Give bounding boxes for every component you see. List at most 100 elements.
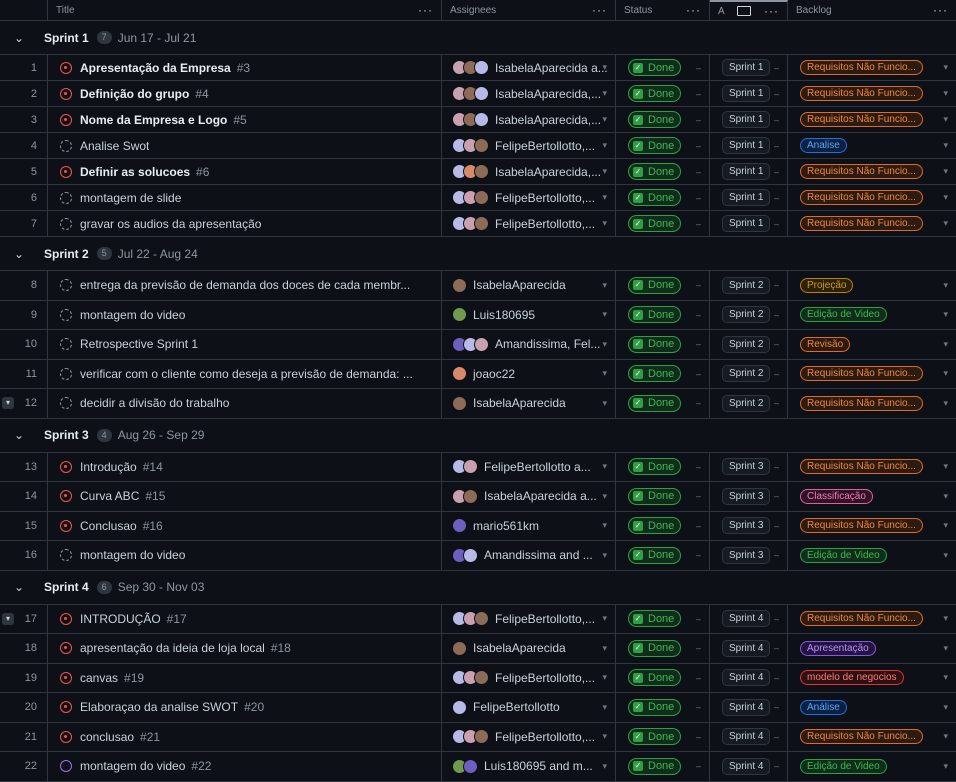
- chevron-down-icon[interactable]: ▾: [943, 550, 948, 561]
- chevron-down-icon[interactable]: –: [774, 167, 779, 177]
- chevron-down-icon[interactable]: ▾: [943, 702, 948, 713]
- chevron-down-icon[interactable]: ▾: [943, 520, 948, 531]
- status-badge[interactable]: ✓ Done: [628, 669, 682, 687]
- status-badge[interactable]: ✓ Done: [628, 335, 682, 353]
- chevron-down-icon[interactable]: –: [774, 219, 779, 229]
- backlog-badge[interactable]: Requisitos Não Funcio...: [800, 611, 923, 627]
- column-header-title[interactable]: Title ···: [48, 0, 442, 20]
- backlog-cell[interactable]: Analise ▾: [788, 133, 956, 158]
- title-cell[interactable]: verificar com o cliente como deseja a pr…: [48, 359, 442, 388]
- backlog-badge[interactable]: Requisitos Não Funcio...: [800, 459, 923, 475]
- backlog-cell[interactable]: Requisitos Não Funcio... ▾: [788, 159, 956, 184]
- iteration-cell[interactable]: Sprint 1–: [710, 211, 788, 236]
- chevron-down-icon[interactable]: –: [696, 167, 701, 177]
- chevron-down-icon[interactable]: –: [774, 89, 779, 99]
- chevron-down-icon[interactable]: ▾: [943, 309, 948, 320]
- chevron-down-icon[interactable]: ▾: [943, 88, 948, 99]
- backlog-badge[interactable]: Requisitos Não Funcio...: [800, 216, 923, 231]
- backlog-cell[interactable]: Requisitos Não Funcio... ▾: [788, 512, 956, 541]
- status-cell[interactable]: ✓ Done –: [616, 359, 710, 388]
- chevron-down-icon[interactable]: –: [696, 193, 701, 203]
- chevron-down-icon[interactable]: ▾: [602, 461, 607, 472]
- iteration-cell[interactable]: Sprint 1–: [710, 133, 788, 158]
- item-title[interactable]: INTRODUÇÃO: [80, 612, 161, 626]
- backlog-badge[interactable]: Requisitos Não Funcio...: [800, 86, 923, 101]
- group-header[interactable]: ⌄ Sprint 4 6 Sep 30 - Nov 03: [0, 570, 956, 605]
- group-header[interactable]: ⌄ Sprint 2 5 Jul 22 - Aug 24: [0, 237, 956, 271]
- iteration-cell[interactable]: Sprint 3–: [710, 511, 788, 540]
- assignees-cell[interactable]: FelipeBertollotto,... ▾: [442, 133, 616, 158]
- backlog-badge[interactable]: Requisitos Não Funcio...: [800, 729, 923, 745]
- chevron-down-icon[interactable]: –: [696, 310, 701, 320]
- backlog-cell[interactable]: Requisitos Não Funcio... ▾: [788, 211, 956, 236]
- column-menu-icon[interactable]: ···: [418, 3, 433, 17]
- iteration-badge[interactable]: Sprint 4: [722, 757, 771, 775]
- chevron-down-icon[interactable]: –: [774, 732, 779, 742]
- status-cell[interactable]: ✓ Done –: [616, 634, 710, 663]
- chevron-down-icon[interactable]: –: [774, 115, 779, 125]
- backlog-cell[interactable]: modelo de negocios ▾: [788, 664, 956, 693]
- title-cell[interactable]: Definição do grupo #4: [48, 81, 442, 106]
- assignees-cell[interactable]: IsabelaAparecida a... ▾: [442, 55, 616, 80]
- item-title[interactable]: Nome da Empresa e Logo: [80, 113, 227, 127]
- item-title[interactable]: montagem do video: [80, 308, 185, 322]
- chevron-down-icon[interactable]: ▾: [943, 280, 948, 291]
- iteration-cell[interactable]: Sprint 2–: [710, 271, 788, 300]
- table-row[interactable]: ▾ 12 decidir a divisão do trabalho IsabelaA…: [0, 389, 956, 419]
- chevron-down-icon[interactable]: ⌄: [14, 580, 34, 594]
- chevron-down-icon[interactable]: ▾: [943, 114, 948, 125]
- iteration-cell[interactable]: Sprint 2–: [710, 300, 788, 329]
- item-title[interactable]: Elaboraçao da analise SWOT: [80, 700, 238, 714]
- chevron-down-icon[interactable]: ▾: [602, 520, 607, 531]
- item-title[interactable]: Analise Swot: [80, 139, 149, 153]
- status-cell[interactable]: ✓ Done –: [616, 211, 710, 236]
- iteration-cell[interactable]: Sprint 1–: [710, 55, 788, 80]
- title-cell[interactable]: Nome da Empresa e Logo #5: [48, 107, 442, 132]
- assignees-cell[interactable]: FelipeBertollotto,... ▾: [442, 663, 616, 692]
- chevron-down-icon[interactable]: ▾: [602, 192, 607, 203]
- backlog-badge[interactable]: Requisitos Não Funcio...: [800, 518, 923, 534]
- status-cell[interactable]: ✓ Done –: [616, 107, 710, 132]
- chevron-down-icon[interactable]: –: [774, 141, 779, 151]
- chevron-down-icon[interactable]: ▾: [602, 339, 607, 350]
- iteration-badge[interactable]: Sprint 4: [722, 698, 771, 716]
- status-badge[interactable]: ✓ Done: [628, 276, 682, 294]
- iteration-cell[interactable]: Sprint 3–: [710, 452, 788, 481]
- iteration-badge[interactable]: Sprint 1: [722, 163, 771, 180]
- chevron-down-icon[interactable]: ▾: [943, 643, 948, 654]
- status-cell[interactable]: ✓ Done –: [616, 271, 710, 300]
- iteration-badge[interactable]: Sprint 2: [722, 394, 771, 412]
- chevron-down-icon[interactable]: ▾: [602, 613, 607, 624]
- chevron-down-icon[interactable]: ▾: [602, 643, 607, 654]
- title-cell[interactable]: montagem do video: [48, 300, 442, 329]
- title-cell[interactable]: montagem de slide: [48, 185, 442, 210]
- table-row[interactable]: 11 verificar com o cliente como deseja a …: [0, 359, 956, 389]
- assignees-cell[interactable]: FelipeBertollotto,... ▾: [442, 722, 616, 751]
- item-title[interactable]: montagem do video: [80, 548, 185, 562]
- chevron-down-icon[interactable]: –: [696, 673, 701, 683]
- status-cell[interactable]: ✓ Done –: [616, 604, 710, 633]
- chevron-down-icon[interactable]: –: [774, 761, 779, 771]
- iteration-badge[interactable]: Sprint 4: [722, 610, 771, 628]
- iteration-cell[interactable]: Sprint 2–: [710, 330, 788, 359]
- chevron-down-icon[interactable]: –: [696, 550, 701, 560]
- chevron-down-icon[interactable]: –: [696, 462, 701, 472]
- assignees-cell[interactable]: mario561km ▾: [442, 511, 616, 540]
- chevron-down-icon[interactable]: ⌄: [14, 247, 34, 261]
- backlog-cell[interactable]: Revisão ▾: [788, 330, 956, 359]
- title-cell[interactable]: montagem do video: [48, 541, 442, 570]
- status-badge[interactable]: ✓ Done: [628, 458, 682, 476]
- item-title[interactable]: Introdução: [80, 460, 137, 474]
- chevron-down-icon[interactable]: –: [774, 310, 779, 320]
- backlog-badge[interactable]: Requisitos Não Funcio...: [800, 60, 923, 75]
- assignees-cell[interactable]: Amandissima, Fel... ▾: [442, 330, 616, 359]
- table-row[interactable]: 10 Retrospective Sprint 1 Amandissima, Fel…: [0, 330, 956, 360]
- status-cell[interactable]: ✓ Done –: [616, 452, 710, 481]
- iteration-cell[interactable]: Sprint 1–: [710, 185, 788, 210]
- iteration-badge[interactable]: Sprint 4: [722, 669, 771, 687]
- chevron-down-icon[interactable]: –: [774, 462, 779, 472]
- item-title[interactable]: Conclusao: [80, 519, 137, 533]
- iteration-badge[interactable]: Sprint 2: [722, 365, 771, 383]
- title-cell[interactable]: Conclusao #16: [48, 511, 442, 540]
- chevron-down-icon[interactable]: ▾: [943, 613, 948, 624]
